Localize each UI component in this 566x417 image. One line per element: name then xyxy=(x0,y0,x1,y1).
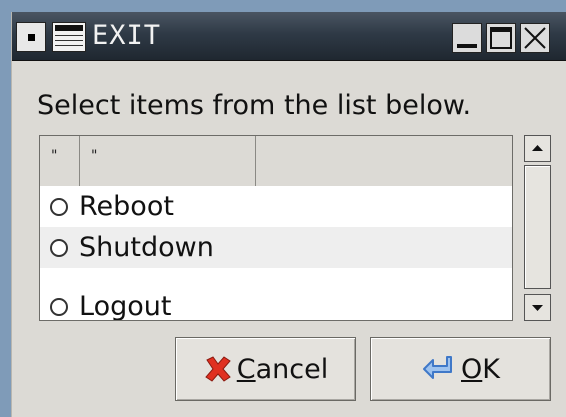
column-header[interactable]: " xyxy=(40,136,80,190)
list-scrollbar[interactable] xyxy=(524,135,551,321)
ok-label: OK xyxy=(461,353,500,385)
minimize-icon[interactable] xyxy=(452,23,482,53)
window-title: EXIT xyxy=(92,20,162,51)
items-list[interactable]: " " Reboot Shutdown Logout xyxy=(39,135,513,321)
ok-button[interactable]: OK xyxy=(370,337,551,401)
scrollbar-thumb[interactable] xyxy=(524,165,551,289)
list-item[interactable]: Reboot xyxy=(40,186,512,227)
list-item[interactable]: Logout xyxy=(40,286,512,321)
column-header[interactable]: " xyxy=(80,136,256,190)
ok-arrow-icon xyxy=(423,356,452,379)
cancel-label: Cancel xyxy=(236,353,329,385)
list-item-label: Reboot xyxy=(79,190,174,222)
radio-button[interactable] xyxy=(50,197,68,216)
list-item-label: Shutdown xyxy=(79,231,214,263)
title-bar[interactable]: EXIT xyxy=(12,12,566,61)
close-icon[interactable] xyxy=(520,23,550,53)
list-header: " " xyxy=(40,136,512,191)
cancel-x-icon xyxy=(204,356,231,382)
window-menu-icon[interactable] xyxy=(16,22,46,52)
scroll-up-icon[interactable] xyxy=(524,135,551,162)
radio-button[interactable] xyxy=(50,297,68,316)
exit-dialog: EXIT Select items from the list below. "… xyxy=(11,12,566,417)
list-item[interactable]: Shutdown xyxy=(40,227,512,268)
column-header[interactable] xyxy=(256,136,512,190)
maximize-icon[interactable] xyxy=(486,23,516,53)
radio-button[interactable] xyxy=(50,238,68,257)
instruction-text: Select items from the list below. xyxy=(37,90,472,121)
scroll-down-icon[interactable] xyxy=(524,294,551,321)
list-item-label: Logout xyxy=(79,290,172,321)
window-icon xyxy=(52,22,86,52)
cancel-button[interactable]: Cancel xyxy=(175,337,356,401)
